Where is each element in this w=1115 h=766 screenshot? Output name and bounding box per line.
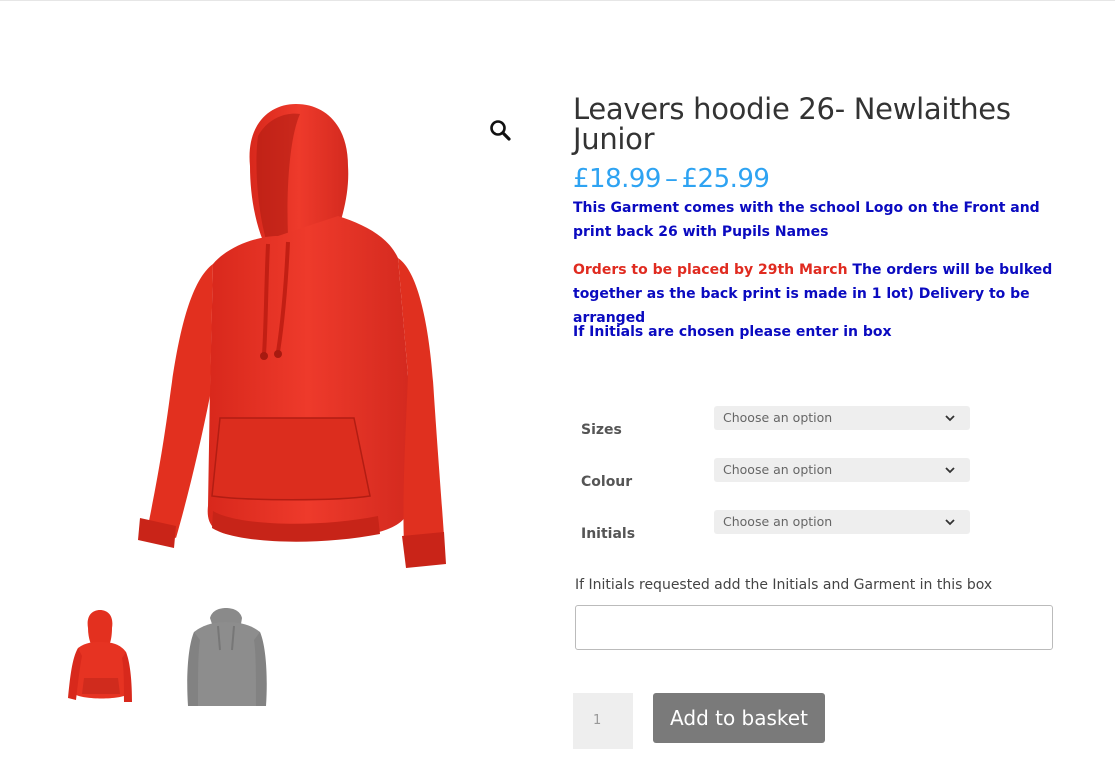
sizes-select-value: Choose an option [723, 410, 833, 425]
thumbnail-red-hoodie[interactable] [60, 608, 140, 706]
initials-select-value: Choose an option [723, 514, 833, 529]
price-separator: – [664, 164, 678, 194]
price-range: £18.99– £25.99 [573, 164, 770, 194]
sizes-select[interactable]: Choose an option [714, 406, 970, 430]
quantity-input[interactable]: 1 [573, 693, 633, 749]
colour-select[interactable]: Choose an option [714, 458, 970, 482]
magnifier-icon[interactable] [486, 116, 514, 144]
colour-select-value: Choose an option [723, 462, 833, 477]
thumbnail-grey-hoodie[interactable] [180, 606, 272, 706]
initials-select[interactable]: Choose an option [714, 510, 970, 534]
sizes-label: Sizes [581, 422, 622, 438]
chevron-down-icon [945, 519, 955, 526]
chevron-down-icon [945, 415, 955, 422]
description-initials: If Initials are chosen please enter in b… [573, 324, 892, 340]
product-main-image [138, 104, 446, 568]
colour-label: Colour [581, 474, 633, 490]
price-low: £18.99 [573, 164, 661, 194]
add-to-basket-button[interactable]: Add to basket [653, 693, 825, 743]
initials-field-label: If Initials requested add the Initials a… [575, 577, 993, 593]
price-high: £25.99 [681, 164, 770, 194]
chevron-down-icon [945, 467, 955, 474]
description-logo: This Garment comes with the school Logo … [573, 200, 1040, 240]
order-deadline-text: Orders to be placed by 29th March [573, 262, 848, 278]
initials-label: Initials [581, 526, 636, 542]
product-title: Leavers hoodie 26- Newlaithes Junior [573, 92, 1011, 156]
initials-text-input[interactable] [575, 605, 1053, 650]
header-divider [0, 0, 1115, 4]
